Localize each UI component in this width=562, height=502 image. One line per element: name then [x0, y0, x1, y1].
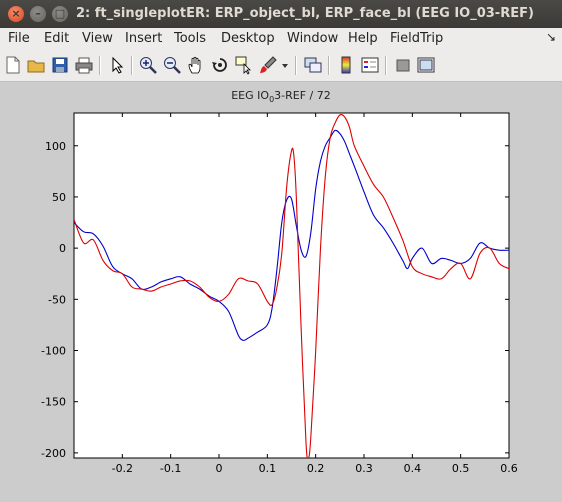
y-tick-label: -100 — [41, 345, 66, 358]
x-tick-label: 0 — [216, 462, 223, 475]
y-tick-label: -200 — [41, 447, 66, 460]
y-tick-label: 50 — [52, 191, 66, 204]
y-tick-label: -150 — [41, 396, 66, 409]
y-tick-label: 100 — [45, 140, 66, 153]
x-tick-label: 0.4 — [404, 462, 422, 475]
erp-plot-axes[interactable]: -0.2 -0.1 0 0.1 0.2 0.3 0.4 0.5 0.6 -200 -150 -100… — [0, 0, 562, 502]
x-tick-label: 0.5 — [452, 462, 470, 475]
x-tick-label: 0.3 — [355, 462, 373, 475]
x-tick-label: 0.1 — [259, 462, 277, 475]
axes-box — [73, 112, 510, 459]
x-tick-label: -0.1 — [160, 462, 181, 475]
x-tick-label: -0.2 — [112, 462, 133, 475]
y-tick-label: -50 — [48, 293, 66, 306]
x-tick-label: 0.2 — [307, 462, 325, 475]
y-tick-label: 0 — [59, 242, 66, 255]
x-tick-label: 0.6 — [500, 462, 518, 475]
